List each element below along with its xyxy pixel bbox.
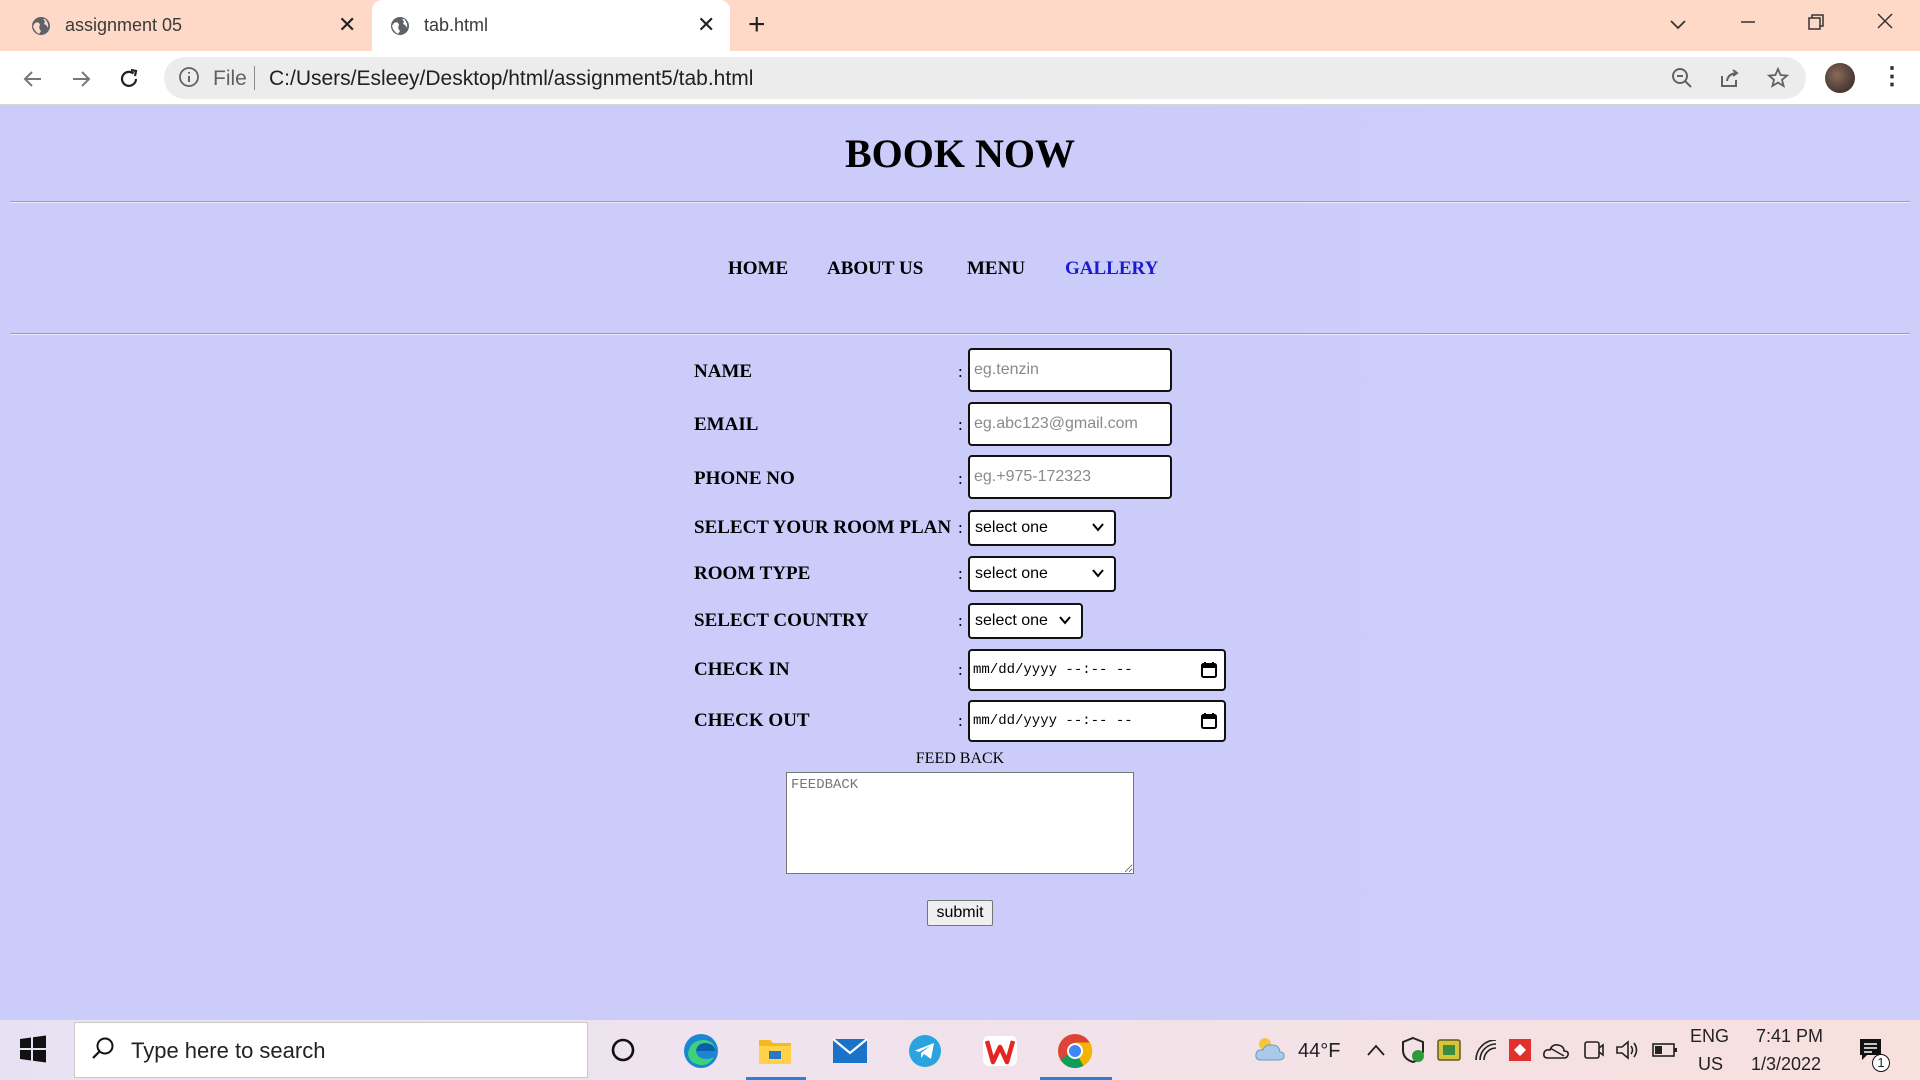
room-type-label: ROOM TYPE xyxy=(694,563,811,584)
email-input[interactable] xyxy=(968,402,1172,446)
room-plan-select[interactable]: select one xyxy=(968,510,1116,546)
keyboard-layout-indicator[interactable]: US xyxy=(1698,1054,1723,1075)
check-out-label: CHECK OUT xyxy=(694,710,810,731)
tab-tab-html[interactable]: tab.html ✕ xyxy=(372,0,730,51)
search-icon xyxy=(92,1037,114,1059)
country-value: select one xyxy=(975,612,1048,629)
notification-count-badge: 1 xyxy=(1872,1054,1890,1072)
calendar-icon[interactable] xyxy=(1200,712,1218,730)
divider xyxy=(10,333,1910,335)
globe-icon xyxy=(391,16,409,35)
chevron-down-icon xyxy=(1059,616,1071,625)
colon: : xyxy=(958,415,963,434)
colon: : xyxy=(958,362,963,381)
colon: : xyxy=(958,564,963,583)
globe-icon xyxy=(32,16,50,35)
check-out-datetime-input[interactable]: mm/dd/yyyy --:-- -- xyxy=(968,700,1226,742)
chevron-down-icon xyxy=(1092,523,1104,532)
submit-button[interactable]: submit xyxy=(927,900,993,926)
app-tray-red-icon[interactable] xyxy=(1508,1038,1532,1062)
name-input[interactable] xyxy=(968,348,1172,392)
start-icon[interactable] xyxy=(19,1035,47,1063)
feedback-textarea[interactable] xyxy=(786,772,1134,874)
tab-search-chevron-icon[interactable] xyxy=(1668,14,1688,34)
info-icon[interactable] xyxy=(178,66,200,88)
check-in-value: mm/dd/yyyy --:-- -- xyxy=(973,662,1133,678)
page-title: BOOK NOW xyxy=(844,131,1076,176)
check-in-datetime-input[interactable]: mm/dd/yyyy --:-- -- xyxy=(968,649,1226,691)
phone-label: PHONE NO xyxy=(694,468,795,489)
email-label: EMAIL xyxy=(694,414,759,435)
address-separator xyxy=(254,66,255,90)
cortana-icon[interactable] xyxy=(610,1037,636,1063)
nav-gallery[interactable]: GALLERY xyxy=(1065,258,1158,280)
back-icon[interactable] xyxy=(21,67,45,91)
volume-icon[interactable] xyxy=(1614,1038,1640,1062)
colon: : xyxy=(958,611,963,630)
weather-cloud-icon xyxy=(1255,1038,1285,1061)
forward-icon[interactable] xyxy=(69,67,93,91)
chevron-up-icon[interactable] xyxy=(1366,1042,1386,1058)
browser-tab-strip: assignment 05 ✕ tab.html ✕ + xyxy=(0,0,1920,51)
nav-home[interactable]: HOME xyxy=(728,258,788,280)
name-label: NAME xyxy=(694,361,753,382)
close-icon[interactable]: ✕ xyxy=(697,12,715,38)
new-tab-icon[interactable]: + xyxy=(748,8,766,42)
country-select[interactable]: select one xyxy=(968,603,1083,639)
colon: : xyxy=(958,660,963,679)
address-url[interactable]: C:/Users/Esleey/Desktop/html/assignment5… xyxy=(269,67,753,91)
weather-temperature[interactable]: 44°F xyxy=(1298,1040,1340,1063)
check-out-value: mm/dd/yyyy --:-- -- xyxy=(973,713,1133,729)
language-indicator[interactable]: ENG xyxy=(1690,1026,1729,1047)
room-plan-label: SELECT YOUR ROOM PLAN xyxy=(694,517,952,538)
more-menu-icon[interactable]: ⋮ xyxy=(1880,62,1904,91)
check-in-label: CHECK IN xyxy=(694,659,790,680)
file-explorer-icon[interactable] xyxy=(757,1034,793,1068)
mail-icon[interactable] xyxy=(832,1037,868,1065)
phone-input[interactable] xyxy=(968,455,1172,499)
nav-about-us[interactable]: ABOUT US xyxy=(827,258,923,280)
minimize-icon[interactable] xyxy=(1738,12,1758,32)
edge-icon[interactable] xyxy=(682,1032,720,1070)
calendar-icon[interactable] xyxy=(1200,661,1218,679)
bookmark-star-icon[interactable] xyxy=(1766,66,1790,90)
address-scheme-label: File xyxy=(213,67,247,90)
clock-time[interactable]: 7:41 PM xyxy=(1756,1026,1823,1047)
page-body: BOOK NOW HOME ABOUT US MENU GALLERY NAME… xyxy=(0,106,1920,1020)
telegram-icon[interactable] xyxy=(908,1034,942,1068)
tab-assignment-05[interactable]: assignment 05 ✕ xyxy=(0,0,370,51)
profile-avatar[interactable] xyxy=(1825,63,1855,93)
nav-menu-link[interactable]: MENU xyxy=(967,258,1025,280)
room-plan-value: select one xyxy=(975,519,1048,536)
window-close-icon[interactable] xyxy=(1875,11,1895,31)
meet-now-icon[interactable] xyxy=(1582,1038,1604,1062)
chevron-down-icon xyxy=(1092,569,1104,578)
colon: : xyxy=(958,518,963,537)
wifi-icon[interactable] xyxy=(1474,1040,1498,1062)
tab-title: tab.html xyxy=(424,15,489,35)
divider xyxy=(10,201,1910,203)
close-icon[interactable]: ✕ xyxy=(338,12,356,38)
restore-icon[interactable] xyxy=(1806,12,1826,32)
colon: : xyxy=(958,711,963,730)
colon: : xyxy=(958,469,963,488)
reload-icon[interactable] xyxy=(117,67,141,91)
room-type-value: select one xyxy=(975,565,1048,582)
security-shield-icon[interactable] xyxy=(1400,1036,1426,1064)
battery-icon[interactable] xyxy=(1652,1040,1678,1060)
clock-date[interactable]: 1/3/2022 xyxy=(1751,1054,1821,1075)
feedback-label: FEED BACK xyxy=(915,750,1005,767)
zoom-icon[interactable] xyxy=(1670,66,1694,90)
share-icon[interactable] xyxy=(1718,66,1742,90)
tab-title: assignment 05 xyxy=(65,15,183,35)
country-label: SELECT COUNTRY xyxy=(694,610,869,631)
taskbar-search-placeholder: Type here to search xyxy=(131,1038,326,1063)
chrome-icon[interactable] xyxy=(1056,1032,1094,1070)
wps-office-icon[interactable] xyxy=(982,1035,1018,1067)
onedrive-icon[interactable] xyxy=(1542,1040,1570,1060)
room-type-select[interactable]: select one xyxy=(968,556,1116,592)
device-app-icon[interactable] xyxy=(1436,1038,1462,1062)
